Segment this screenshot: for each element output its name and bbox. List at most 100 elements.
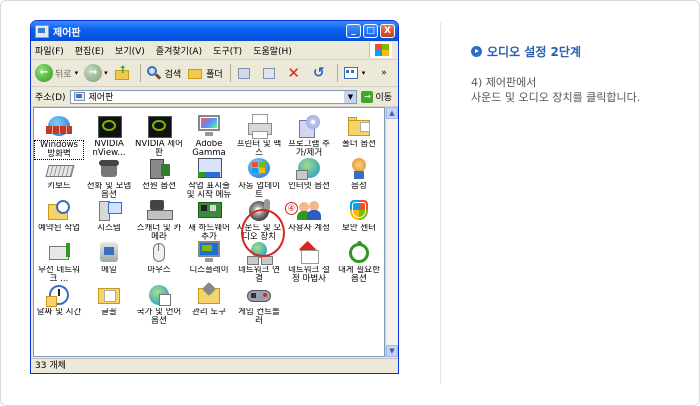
item-label: 보안 센터	[342, 224, 376, 233]
firewall-icon	[46, 114, 72, 138]
control-panel-item[interactable]: 프린터 및 팩스	[234, 110, 284, 158]
fonts-icon	[96, 282, 122, 306]
step-line-2: 사운드 및 오디오 장치를 클릭합니다.	[471, 91, 641, 104]
delete-button[interactable]: ✕	[286, 65, 305, 81]
control-panel-item[interactable]: 네트워크 설정 마법사	[284, 236, 334, 284]
item-label: 메일	[101, 266, 117, 275]
forward-button[interactable]: → ▾	[84, 64, 108, 82]
scheduled-icon	[46, 198, 72, 222]
step-title-text: 오디오 설정 2단계	[487, 45, 581, 59]
title-bar[interactable]: 제어판 _ □ X	[31, 21, 398, 41]
control-panel-item[interactable]: 사용자 계정	[284, 194, 334, 236]
views-button[interactable]: ▾	[343, 65, 365, 81]
control-panel-item[interactable]: 날짜 및 시간	[34, 278, 84, 320]
control-panel-item[interactable]: 메일	[84, 236, 134, 278]
control-panel-item[interactable]: Windows 방화벽	[34, 110, 84, 160]
control-panel-item[interactable]: 게임 컨트롤러	[234, 278, 284, 326]
scroll-up-icon[interactable]: ▲	[386, 107, 398, 119]
control-panel-item[interactable]: 시스템	[84, 194, 134, 236]
search-button[interactable]: 검색	[146, 65, 182, 81]
phone-icon	[96, 156, 122, 180]
step-title: 오디오 설정 2단계	[471, 43, 581, 60]
search-icon	[146, 65, 162, 81]
icon-view: Windows 방화벽 NVIDIA nView... NVIDIA 제어판 Adob…	[33, 107, 385, 357]
control-panel-item[interactable]: 폴더 옵션	[334, 110, 384, 152]
control-panel-item[interactable]: 마우스	[134, 236, 184, 278]
back-button[interactable]: ← 뒤로 ▾	[35, 64, 78, 82]
control-panel-item[interactable]: 자동 업데이트	[234, 152, 284, 200]
item-label: 내게 필요한 옵션	[338, 266, 380, 284]
address-input[interactable]: 제어판 ▼	[69, 89, 358, 104]
control-panel-item[interactable]: 국가 및 언어 옵션	[134, 278, 184, 326]
toolbar-separator	[139, 64, 141, 82]
address-bar: 주소(D) 제어판 ▼ → 이동	[31, 87, 398, 107]
delete-x-icon: ✕	[287, 64, 300, 82]
undo-button[interactable]: ↺	[311, 65, 330, 81]
go-label: 이동	[375, 93, 392, 103]
move-to-button[interactable]	[236, 65, 255, 81]
internet-icon	[296, 156, 322, 180]
hardware-icon	[196, 198, 222, 222]
mail-icon	[96, 240, 122, 264]
icon-grid: Windows 방화벽 NVIDIA nView... NVIDIA 제어판 Adob…	[34, 110, 384, 326]
system-icon	[96, 198, 122, 222]
item-label: 인터넷 옵션	[288, 182, 330, 191]
windows-logo-icon	[369, 42, 392, 58]
control-panel-item[interactable]: Adobe Gamma	[184, 110, 234, 158]
search-label: 검색	[164, 69, 182, 80]
nvidia-icon	[96, 114, 122, 138]
go-button[interactable]: → 이동	[361, 90, 392, 103]
control-panel-item[interactable]: 전화 및 모뎀 옵션	[84, 152, 134, 200]
toolbar: ← 뒤로 ▾ → ▾ ↑ 검색 폴더 ✕ ↺ ▾ »	[31, 60, 398, 87]
copy-to-button[interactable]	[261, 65, 280, 81]
step-description: 4) 제어판에서 사운드 및 오디오 장치를 클릭합니다.	[471, 75, 640, 105]
programs-icon	[296, 114, 322, 138]
control-panel-item[interactable]: 스캐너 및 카메라	[134, 194, 184, 242]
folders-button[interactable]: 폴더	[187, 65, 223, 81]
maximize-button[interactable]: □	[363, 24, 378, 38]
menu-tools[interactable]: 도구(T)	[213, 44, 242, 57]
item-label: 사용자 계정	[288, 224, 330, 233]
views-icon	[343, 65, 359, 81]
control-panel-item[interactable]: 관리 도구	[184, 278, 234, 320]
control-panel-item[interactable]: 글꼴	[84, 278, 134, 320]
scroll-down-icon[interactable]: ▼	[386, 345, 398, 357]
control-panel-item[interactable]: NVIDIA 제어판	[134, 110, 184, 158]
item-label: 예약된 작업	[38, 224, 80, 233]
close-button[interactable]: X	[380, 24, 395, 38]
control-panel-item[interactable]: 새 하드웨어 추가	[184, 194, 234, 242]
control-panel-item[interactable]: 보안 센터	[334, 194, 384, 236]
folder-icon	[346, 114, 372, 138]
toolbar-overflow-icon[interactable]: »	[381, 68, 387, 78]
control-panel-icon	[73, 91, 86, 102]
control-panel-item[interactable]: 전원 옵션	[134, 152, 184, 194]
menu-file[interactable]: 파일(F)	[35, 44, 64, 57]
control-panel-item[interactable]: 예약된 작업	[34, 194, 84, 236]
menu-edit[interactable]: 편집(E)	[75, 44, 104, 57]
menu-help[interactable]: 도움말(H)	[253, 44, 292, 57]
minimize-button[interactable]: _	[346, 24, 361, 38]
accessibility-icon	[346, 240, 372, 264]
menu-favorites[interactable]: 즐겨찾기(A)	[156, 44, 202, 57]
control-panel-item[interactable]: 내게 필요한 옵션	[334, 236, 384, 284]
up-button[interactable]: ↑	[114, 65, 133, 81]
control-panel-item[interactable]: 작업 표시줄 및 시작 메뉴	[184, 152, 234, 200]
speech-icon	[346, 156, 372, 180]
control-panel-item[interactable]: 인터넷 옵션	[284, 152, 334, 194]
menu-bar: 파일(F) 편집(E) 보기(V) 즐겨찾기(A) 도구(T) 도움말(H)	[31, 41, 398, 60]
display-icon	[196, 240, 222, 264]
control-panel-item[interactable]: 음성	[334, 152, 384, 194]
control-panel-item[interactable]: 프로그램 추가/제거	[284, 110, 334, 158]
vertical-scrollbar[interactable]: ▲ ▼	[385, 107, 398, 357]
chevron-down-icon: ▾	[104, 69, 108, 77]
control-panel-item[interactable]: 무선 네트워크 ...	[34, 236, 84, 284]
control-panel-item[interactable]: NVIDIA nView...	[84, 110, 134, 158]
item-label: 음성	[351, 182, 367, 191]
toolbar-separator	[229, 64, 231, 82]
control-panel-item[interactable]: 디스플레이	[184, 236, 234, 278]
item-label: 마우스	[147, 266, 171, 275]
control-panel-item[interactable]: 키보드	[34, 152, 84, 194]
users-icon	[296, 198, 322, 222]
menu-view[interactable]: 보기(V)	[115, 44, 145, 57]
address-dropdown-icon[interactable]: ▼	[344, 90, 357, 103]
